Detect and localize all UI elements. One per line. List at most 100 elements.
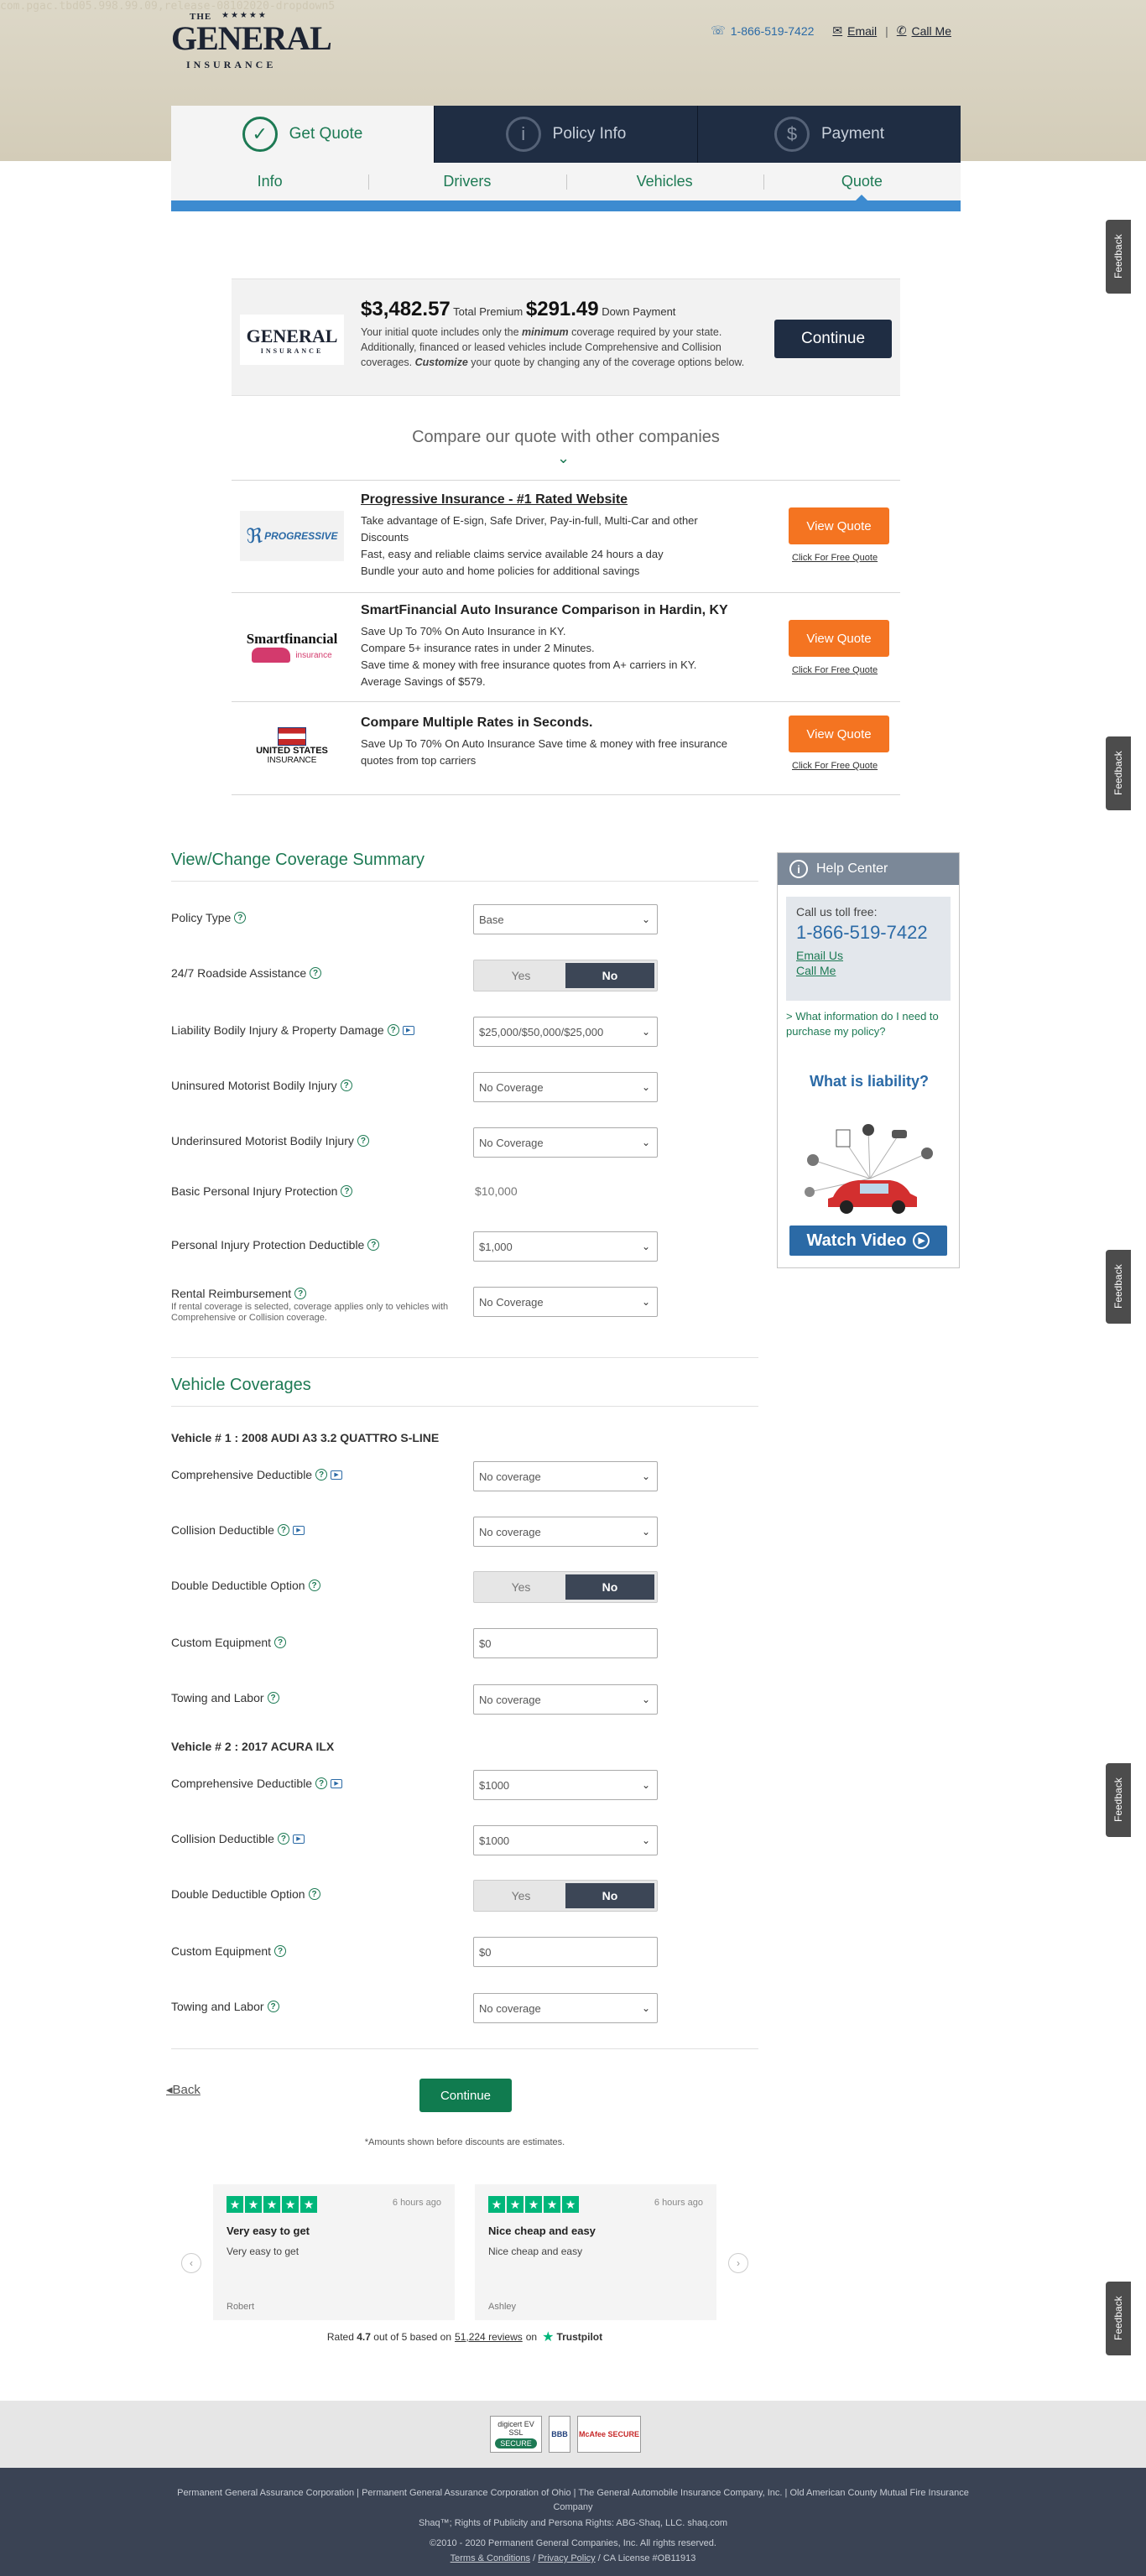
subtab-drivers[interactable]: Drivers — [368, 163, 565, 200]
header-phone-link[interactable]: ☏ 1-866-519-7422 — [711, 23, 814, 38]
help-icon[interactable]: ? — [274, 1637, 287, 1648]
help-icon[interactable]: ? — [367, 1239, 380, 1251]
view-quote-button[interactable]: View Quote — [789, 507, 889, 544]
chevron-right-icon[interactable]: › — [728, 2253, 748, 2273]
terms-link[interactable]: Terms & Conditions — [451, 2553, 530, 2563]
vehicle-1-towing-select[interactable]: No coverage ⌄ — [473, 1684, 658, 1715]
ad-title[interactable]: Compare Multiple Rates in Seconds. — [361, 716, 593, 731]
toggle-no[interactable]: No — [565, 1883, 654, 1908]
liability-label: Liability Bodily Injury & Property Damag… — [171, 1023, 414, 1037]
view-quote-button[interactable]: View Quote — [789, 620, 889, 657]
help-icon[interactable]: ? — [308, 1579, 320, 1591]
video-icon[interactable]: ▶ — [331, 1778, 343, 1788]
help-icon[interactable]: ? — [357, 1135, 369, 1147]
vehicle-1-comprehensive-select[interactable]: No coverage ⌄ — [473, 1461, 658, 1491]
help-icon[interactable]: ? — [277, 1833, 289, 1845]
vehicle-2-comprehensive-select[interactable]: $1000 ⌄ — [473, 1770, 658, 1800]
trustpilot-reviews-link[interactable]: 51,224 reviews — [455, 2331, 523, 2343]
vehicle-2-collision-select[interactable]: $1000 ⌄ — [473, 1825, 658, 1855]
ad-title[interactable]: SmartFinancial Auto Insurance Comparison… — [361, 603, 728, 618]
vehicle-1-double-deductible-toggle[interactable]: Yes No — [473, 1571, 658, 1603]
video-icon[interactable]: ▶ — [402, 1025, 414, 1035]
help-faq-link[interactable]: > What information do I need to purchase… — [786, 1009, 954, 1039]
the-general-logo[interactable]: THE ★★★★★ GENERAL INSURANCE — [171, 11, 332, 70]
header-call-me-link[interactable]: ✆ Call Me — [897, 23, 951, 38]
tab-get-quote[interactable]: ✓ Get Quote — [171, 106, 434, 163]
video-icon[interactable]: ▶ — [292, 1834, 305, 1844]
underinsured-select[interactable]: No Coverage ⌄ — [473, 1127, 658, 1158]
review-title[interactable]: Very easy to get — [227, 2225, 441, 2237]
help-icon[interactable]: ? — [340, 1080, 352, 1091]
review-body: Nice cheap and easy — [488, 2246, 583, 2257]
chevron-left-icon[interactable]: ‹ — [181, 2253, 201, 2273]
tab-payment[interactable]: $ Payment — [697, 106, 961, 163]
uninsured-select[interactable]: No Coverage ⌄ — [473, 1072, 658, 1102]
help-call-me-link[interactable]: Call Me — [796, 964, 940, 977]
progressive-logo[interactable]: ℜ PROGRESSIVE — [240, 511, 344, 561]
subtab-vehicles[interactable]: Vehicles — [565, 163, 763, 200]
privacy-link[interactable]: Privacy Policy — [538, 2553, 595, 2563]
help-icon[interactable]: ? — [277, 1524, 289, 1536]
feedback-tab[interactable]: Feedback — [1106, 1763, 1131, 1837]
feedback-tab[interactable]: Feedback — [1106, 220, 1131, 294]
digicert-badge[interactable]: digicert EV SSL SECURE — [490, 2416, 542, 2453]
vehicle-2-double-deductible-toggle[interactable]: Yes No — [473, 1880, 658, 1912]
help-icon[interactable]: ? — [274, 1945, 287, 1957]
feedback-tab[interactable]: Feedback — [1106, 1250, 1131, 1324]
rental-select[interactable]: No Coverage ⌄ — [473, 1287, 658, 1317]
review-title[interactable]: Nice cheap and easy — [488, 2225, 703, 2237]
chevron-down-icon: ⌄ — [641, 1137, 650, 1148]
vehicle-2-custom-equipment-input[interactable] — [473, 1937, 658, 1967]
build-watermark: com.pgac.tbd05.998.99.09,release-0810202… — [0, 0, 336, 13]
trustpilot-logo[interactable]: Trustpilot — [556, 2331, 602, 2343]
help-icon[interactable]: ? — [341, 1185, 353, 1197]
liability-select[interactable]: $25,000/$50,000/$25,000 ⌄ — [473, 1017, 658, 1047]
toggle-yes[interactable]: Yes — [477, 1883, 565, 1908]
help-icon[interactable]: ? — [315, 1469, 328, 1481]
ad-title[interactable]: Progressive Insurance - #1 Rated Website — [361, 492, 628, 507]
help-icon[interactable]: ? — [267, 2001, 279, 2012]
header-contact: ☏ 1-866-519-7422 ✉ Email | ✆ Call Me — [711, 23, 951, 38]
help-icon[interactable]: ? — [267, 1692, 279, 1704]
toggle-yes[interactable]: Yes — [477, 1574, 565, 1600]
free-quote-link[interactable]: Click For Free Quote — [792, 665, 878, 675]
feedback-tab[interactable]: Feedback — [1106, 736, 1131, 810]
subtab-info[interactable]: Info — [171, 163, 368, 200]
quote-continue-button[interactable]: Continue — [774, 320, 892, 358]
pip-deductible-select[interactable]: $1,000 ⌄ — [473, 1231, 658, 1262]
help-icon[interactable]: ? — [294, 1288, 307, 1299]
help-phone[interactable]: 1-866-519-7422 — [796, 922, 940, 944]
continue-button[interactable]: Continue — [419, 2079, 512, 2112]
watch-video-button[interactable]: Watch Video ▶ — [789, 1226, 947, 1256]
vehicle-1-collision-select[interactable]: No coverage ⌄ — [473, 1517, 658, 1547]
vehicle-2-towing-select[interactable]: No coverage ⌄ — [473, 1993, 658, 2023]
roadside-toggle[interactable]: Yes No — [473, 960, 658, 991]
back-link[interactable]: ◂Back — [166, 2082, 201, 2097]
feedback-tab[interactable]: Feedback — [1106, 2282, 1131, 2355]
help-icon[interactable]: ? — [310, 967, 322, 979]
usi-logo[interactable]: UNITED STATES INSURANCE — [240, 721, 344, 771]
help-icon[interactable]: ? — [387, 1024, 399, 1036]
toggle-no[interactable]: No — [565, 963, 654, 988]
video-icon[interactable]: ▶ — [292, 1525, 305, 1535]
header-email-link[interactable]: ✉ Email — [832, 23, 877, 38]
help-icon[interactable]: ? — [308, 1888, 320, 1900]
bbb-badge[interactable]: BBB — [549, 2416, 570, 2453]
free-quote-link[interactable]: Click For Free Quote — [792, 553, 878, 563]
chevron-down-icon[interactable]: ⌄ — [557, 450, 570, 467]
smartfinancial-logo[interactable]: Smartfinancial insurance — [240, 622, 344, 672]
help-email-link[interactable]: Email Us — [796, 949, 940, 962]
mcafee-badge[interactable]: McAfee SECURE — [577, 2416, 641, 2453]
star-icon: ★ — [544, 2196, 560, 2213]
view-quote-button[interactable]: View Quote — [789, 716, 889, 752]
tab-policy-info[interactable]: i Policy Info — [434, 106, 697, 163]
toggle-yes[interactable]: Yes — [477, 963, 565, 988]
video-icon[interactable]: ▶ — [331, 1470, 343, 1480]
toggle-no[interactable]: No — [565, 1574, 654, 1600]
subtab-quote[interactable]: Quote — [763, 163, 961, 200]
policy-type-select[interactable]: Base ⌄ — [473, 904, 658, 934]
help-icon[interactable]: ? — [234, 912, 247, 924]
vehicle-1-custom-equipment-input[interactable] — [473, 1628, 658, 1658]
help-icon[interactable]: ? — [315, 1777, 328, 1789]
free-quote-link[interactable]: Click For Free Quote — [792, 761, 878, 771]
